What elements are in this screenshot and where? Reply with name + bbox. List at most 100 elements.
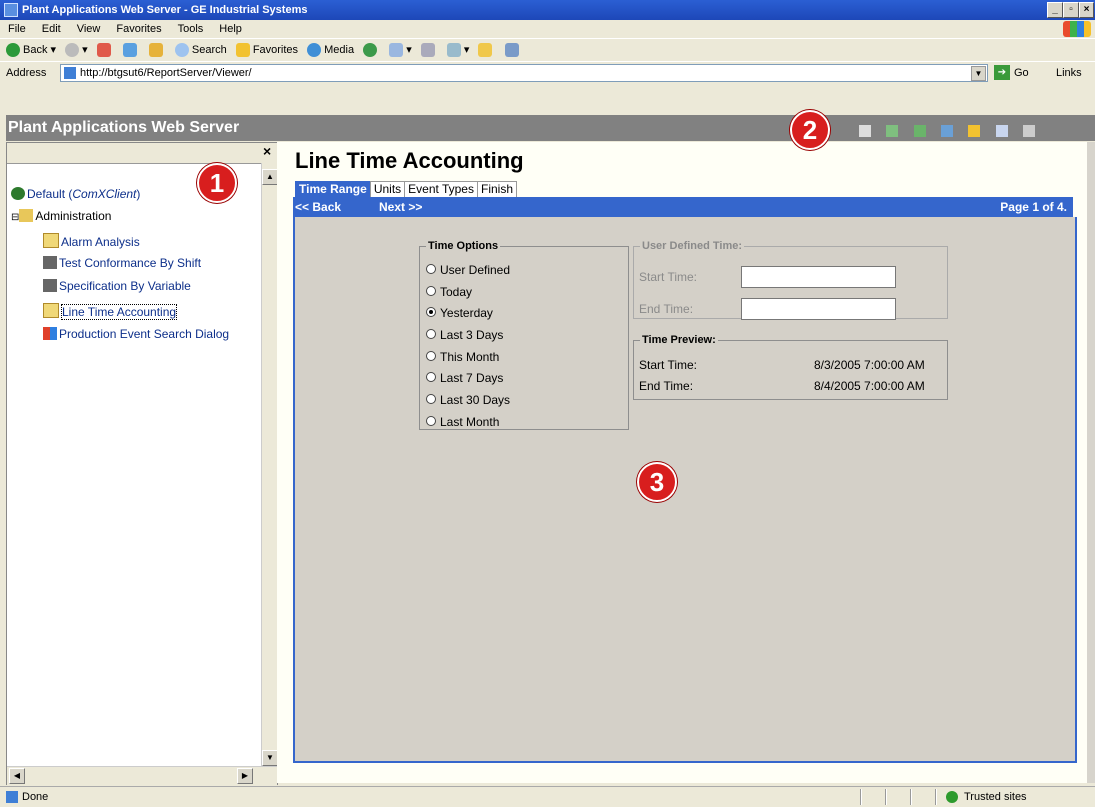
app-header: Plant Applications Web Server — [6, 115, 1095, 141]
report-icon-1[interactable] — [859, 125, 871, 137]
print-report-icon[interactable] — [1023, 125, 1036, 137]
tree-item-alarm-analysis[interactable]: Alarm Analysis — [43, 233, 140, 249]
status-divider — [860, 789, 862, 805]
home-button[interactable] — [148, 39, 166, 61]
address-bar: Address http://btgsut6/ReportServer/View… — [0, 61, 1095, 84]
user-defined-legend: User Defined Time: — [642, 240, 743, 252]
start-time-label: Start Time: — [639, 270, 698, 284]
maximize-button[interactable]: ▫ — [1063, 2, 1079, 18]
tree-item-specification[interactable]: Specification By Variable — [43, 279, 191, 293]
edit-button[interactable]: ▾ — [446, 39, 469, 61]
minimize-button[interactable]: _ — [1047, 2, 1063, 18]
page-title: Line Time Accounting — [295, 148, 524, 173]
scroll-down-icon[interactable]: ▼ — [262, 750, 278, 766]
ie-icon — [4, 3, 18, 17]
menu-tools[interactable]: Tools — [178, 23, 204, 35]
user-defined-time-group: User Defined Time: Start Time: End Time: — [633, 240, 948, 320]
forward-button[interactable]: ▾ — [65, 39, 88, 61]
address-dropdown-icon[interactable]: ▼ — [971, 66, 986, 81]
star-icon — [235, 43, 250, 58]
report-icon-2[interactable] — [886, 125, 899, 137]
sidebar-horizontal-scrollbar[interactable]: ◀ ▶ — [7, 766, 277, 785]
messenger-button[interactable] — [504, 39, 522, 61]
radio-last-3-days[interactable]: Last 3 Days — [426, 328, 503, 342]
browser-toolbar: Back ▾ ▾ Search Favorites Media ▾ ▾ — [0, 38, 1095, 61]
menu-view[interactable]: View — [77, 23, 101, 35]
stop-icon — [96, 43, 111, 58]
start-time-input[interactable] — [741, 266, 896, 288]
time-preview-group: Time Preview: Start Time: 8/3/2005 7:00:… — [633, 334, 948, 400]
radio-last-7-days[interactable]: Last 7 Days — [426, 371, 503, 385]
radio-last-30-days[interactable]: Last 30 Days — [426, 393, 510, 407]
tree-root[interactable]: Default (ComXClient) — [11, 187, 140, 201]
report-icon-5[interactable] — [968, 125, 981, 137]
menu-file[interactable]: File — [8, 23, 26, 35]
sidebar-header: × — [7, 143, 277, 164]
back-button[interactable]: Back ▾ — [6, 39, 56, 61]
next-link[interactable]: Next >> — [379, 197, 422, 217]
scroll-left-icon[interactable]: ◀ — [9, 768, 25, 784]
search-icon — [174, 43, 189, 58]
report-icon-3[interactable] — [913, 125, 926, 137]
app-title: Plant Applications Web Server — [8, 119, 240, 136]
back-link[interactable]: << Back — [295, 197, 341, 217]
stop-button[interactable] — [96, 39, 114, 61]
sidebar-vertical-scrollbar[interactable]: ▲ ▼ — [261, 163, 278, 766]
page-indicator: Page 1 of 4. — [1000, 200, 1067, 214]
preview-end-label: End Time: — [639, 379, 694, 393]
sidebar-close-icon[interactable]: × — [263, 143, 271, 159]
links-label[interactable]: Links — [1056, 62, 1082, 84]
discuss-icon — [478, 43, 493, 58]
media-button[interactable]: Media — [307, 39, 354, 61]
menu-favorites[interactable]: Favorites — [116, 23, 161, 35]
end-time-label: End Time: — [639, 302, 694, 316]
forward-arrow-icon — [65, 43, 80, 58]
messenger-icon — [504, 43, 519, 58]
menu-help[interactable]: Help — [219, 23, 242, 35]
search-button[interactable]: Search — [174, 39, 227, 61]
tab-time-range[interactable]: Time Range — [295, 181, 371, 197]
back-arrow-icon — [6, 43, 20, 58]
main-scrollbar[interactable] — [1087, 142, 1095, 783]
scroll-up-icon[interactable]: ▲ — [262, 169, 278, 185]
tree-folder-administration[interactable]: ⊟ Administration — [11, 209, 111, 223]
preview-start-value: 8/3/2005 7:00:00 AM — [814, 358, 925, 372]
refresh-button[interactable] — [122, 39, 140, 61]
dialog-icon — [43, 327, 57, 340]
tree-item-test-conformance[interactable]: Test Conformance By Shift — [43, 256, 201, 270]
print-button[interactable] — [420, 39, 438, 61]
collapse-icon[interactable]: ⊟ — [11, 212, 19, 223]
history-button[interactable] — [363, 39, 380, 61]
preview-end-value: 8/4/2005 7:00:00 AM — [814, 379, 925, 393]
tab-event-types[interactable]: Event Types — [404, 181, 478, 197]
report-icon-6[interactable] — [995, 125, 1008, 137]
menu-edit[interactable]: Edit — [42, 23, 61, 35]
radio-today[interactable]: Today — [426, 285, 472, 299]
favorites-button[interactable]: Favorites — [235, 39, 298, 61]
radio-last-month[interactable]: Last Month — [426, 415, 499, 429]
tab-units[interactable]: Units — [369, 181, 406, 197]
radio-yesterday[interactable]: Yesterday — [426, 306, 493, 320]
close-window-button[interactable]: × — [1079, 2, 1094, 18]
tree-item-line-time-accounting[interactable]: Line Time Accounting — [43, 303, 178, 320]
tree-item-production-event[interactable]: Production Event Search Dialog — [43, 327, 261, 341]
status-divider — [910, 789, 912, 805]
status-divider — [935, 789, 937, 805]
scroll-right-icon[interactable]: ▶ — [237, 768, 253, 784]
discuss-button[interactable] — [478, 39, 495, 61]
mail-button[interactable]: ▾ — [389, 39, 412, 61]
wizard-panel: Time Options User Defined Today Yesterda… — [293, 217, 1077, 763]
go-button[interactable]: Go — [1014, 62, 1029, 84]
print-icon — [420, 43, 435, 58]
go-arrow-icon[interactable]: ➔ — [994, 65, 1010, 80]
callout-marker-2: 2 — [790, 110, 830, 150]
radio-this-month[interactable]: This Month — [426, 350, 499, 364]
end-time-input[interactable] — [741, 298, 896, 320]
callout-marker-1: 1 — [197, 163, 237, 203]
status-text: Done — [22, 791, 49, 803]
cube-icon — [43, 256, 57, 269]
tab-finish[interactable]: Finish — [476, 181, 517, 197]
radio-user-defined[interactable]: User Defined — [426, 263, 510, 277]
report-icon-4[interactable] — [941, 125, 954, 137]
address-input[interactable]: http://btgsut6/ReportServer/Viewer/ ▼ — [60, 64, 988, 82]
